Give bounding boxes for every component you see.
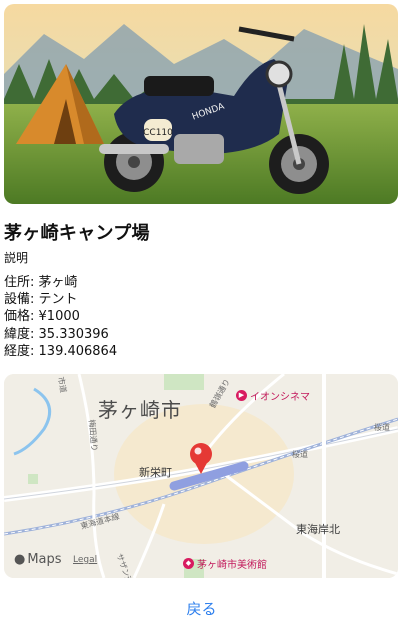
detail-row-price: 価格: ¥1000 <box>4 309 80 325</box>
campsite-details: 住所: 茅ヶ崎 設備: テント 価格: ¥1000 緯度: 35.330396 … <box>4 274 117 360</box>
motorcycle-tent-illustration: CC110 HONDA <box>4 4 398 204</box>
campsite-photo: CC110 HONDA <box>4 4 398 204</box>
detail-row-longitude: 経度: 139.406864 <box>4 343 118 359</box>
map-road-label: 桜道 <box>374 423 390 432</box>
map-road-label: 桜道 <box>292 450 308 459</box>
detail-value: ¥1000 <box>38 309 80 325</box>
museum-icon: ◆ <box>183 558 194 569</box>
detail-value: 茅ヶ崎 <box>38 275 78 290</box>
campsite-title: 茅ヶ崎キャンプ場 <box>4 223 150 244</box>
plate-text: CC110 <box>143 128 173 138</box>
detail-value: 139.406864 <box>38 343 118 359</box>
detail-label: 緯度 <box>4 326 31 342</box>
map-area-tokai-kishi-kita: 東海岸北 <box>296 523 340 536</box>
map-area-shineicho: 新栄町 <box>139 466 172 479</box>
location-map[interactable]: 茅ヶ崎市 ▶ イオンシネマ 新栄町 東海岸北 ◆ 茅ヶ崎市美術館 市道 梅田通り 東… <box>4 374 398 578</box>
detail-value: 35.330396 <box>38 326 109 342</box>
map-background <box>4 374 398 578</box>
back-button[interactable]: 戻る <box>0 598 403 619</box>
maps-brand-text: Maps <box>27 552 62 567</box>
detail-row-address: 住所: 茅ヶ崎 <box>4 275 78 290</box>
description-label: 説明 <box>4 251 29 265</box>
map-poi-museum[interactable]: ◆ 茅ヶ崎市美術館 <box>183 556 267 571</box>
detail-row-facility: 設備: テント <box>4 292 78 308</box>
detail-label: 設備 <box>4 292 31 308</box>
map-poi-cinema[interactable]: ▶ イオンシネマ <box>236 388 310 403</box>
detail-label: 価格 <box>4 309 31 325</box>
detail-value: テント <box>38 292 78 308</box>
apple-logo-icon: ● <box>14 552 26 567</box>
map-legal-link[interactable]: Legal <box>73 555 97 565</box>
poi-label: 茅ヶ崎市美術館 <box>197 560 267 571</box>
map-city-label: 茅ヶ崎市 <box>98 398 182 422</box>
detail-row-latitude: 緯度: 35.330396 <box>4 326 109 342</box>
apple-maps-logo: ● Maps <box>14 552 62 567</box>
detail-label: 住所 <box>4 275 31 290</box>
poi-label: イオンシネマ <box>250 392 310 403</box>
cinema-icon: ▶ <box>236 390 247 401</box>
detail-label: 経度 <box>4 343 31 359</box>
